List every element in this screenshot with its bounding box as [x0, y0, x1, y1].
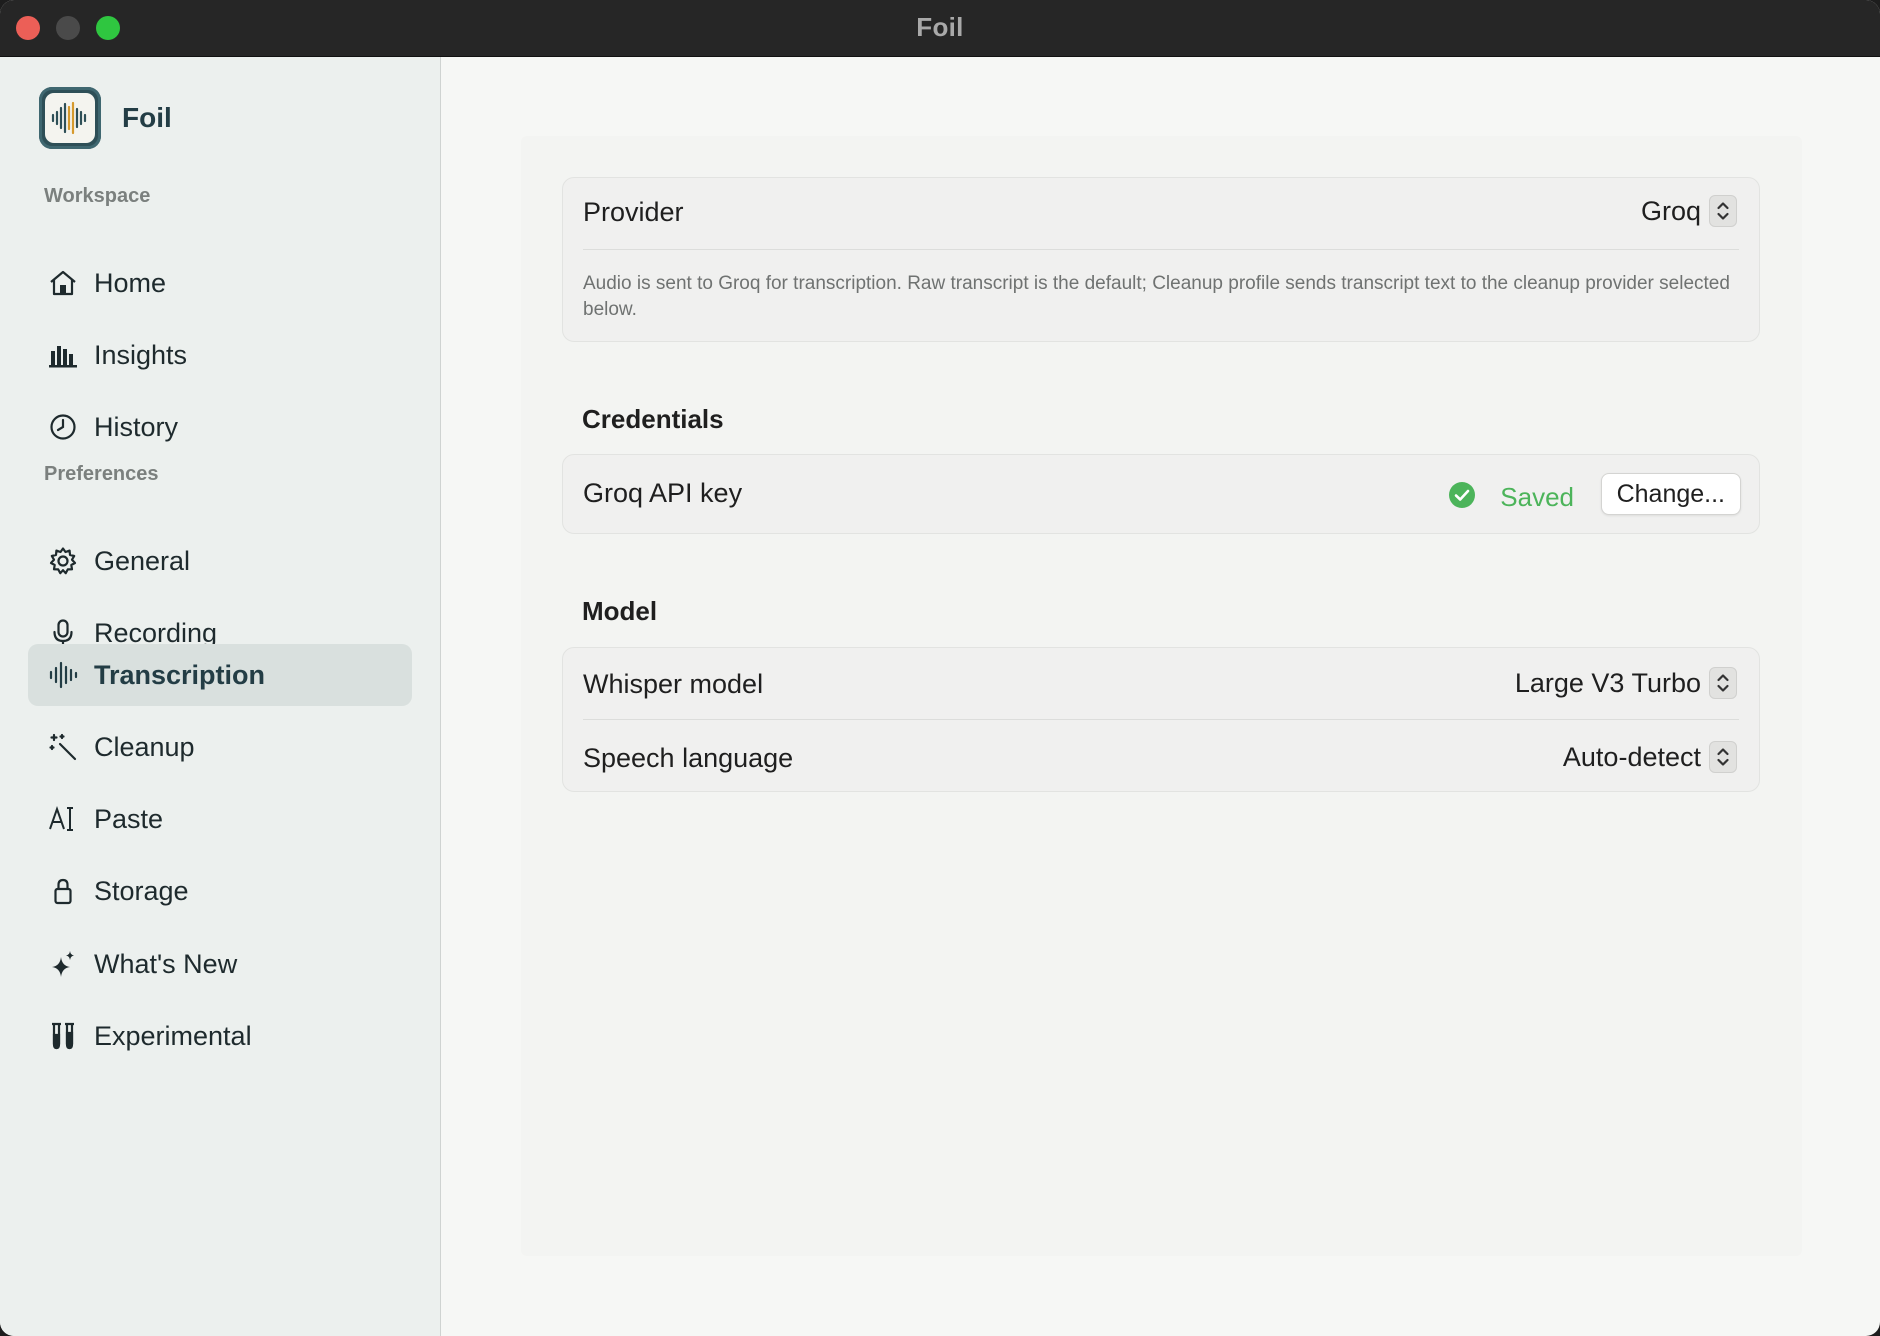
- credentials-heading: Credentials: [582, 404, 724, 434]
- api-key-label: Groq API key: [583, 478, 743, 508]
- text-cursor-icon: [46, 802, 80, 836]
- sparkles-icon: [46, 947, 80, 981]
- whisper-model-value: Large V3 Turbo: [1514, 667, 1701, 698]
- speech-language-label: Speech language: [583, 743, 794, 773]
- sidebar-item-cleanup[interactable]: Cleanup: [28, 716, 412, 778]
- app-name: Foil: [122, 102, 172, 133]
- clock-icon: [46, 410, 80, 444]
- sidebar-item-label: What's New: [94, 948, 238, 979]
- divider: [583, 249, 1739, 250]
- waveform-icon: [46, 658, 80, 692]
- model-heading: Model: [582, 596, 658, 626]
- checkmark-circle-icon: [1448, 481, 1476, 514]
- section-label-preferences: Preferences: [44, 463, 159, 485]
- app-window: Foil Foil Workspace Home Insights Histor…: [0, 0, 1880, 1336]
- app-logo-icon: [39, 87, 101, 149]
- sidebar-item-experimental[interactable]: Experimental: [28, 1005, 412, 1067]
- whisper-model-label: Whisper model: [583, 669, 764, 699]
- provider-select[interactable]: Groq: [1641, 195, 1737, 227]
- speech-language-value: Auto-detect: [1562, 741, 1701, 772]
- model-card: Whisper model Large V3 Turbo Speech lang…: [562, 647, 1760, 792]
- magic-wand-icon: [46, 730, 80, 764]
- sidebar-item-label: Experimental: [94, 1020, 252, 1051]
- change-api-key-button[interactable]: Change...: [1600, 473, 1741, 515]
- provider-card: Provider Groq Audio is sent to Groq for …: [562, 177, 1760, 342]
- api-key-status: Saved: [1448, 481, 1574, 514]
- house-icon: [46, 266, 80, 300]
- sidebar-item-label: Insights: [94, 339, 188, 370]
- status-text: Saved: [1500, 482, 1574, 512]
- provider-description: Audio is sent to Groq for transcription.…: [583, 273, 1730, 320]
- chevron-up-down-icon: [1709, 667, 1737, 699]
- provider-label: Provider: [583, 197, 684, 227]
- chevron-up-down-icon: [1709, 741, 1737, 773]
- sidebar-item-transcription[interactable]: Transcription: [28, 644, 412, 706]
- credentials-card: Groq API key Saved Change...: [562, 454, 1760, 534]
- bar-chart-icon: [46, 338, 80, 372]
- sidebar-item-label: Home: [94, 267, 167, 298]
- window-title: Foil: [916, 12, 964, 42]
- sidebar-item-general[interactable]: General: [28, 530, 412, 592]
- sidebar-item-paste[interactable]: Paste: [28, 788, 412, 850]
- sidebar-item-insights[interactable]: Insights: [28, 324, 412, 386]
- section-label-workspace: Workspace: [44, 185, 151, 207]
- sidebar-item-home[interactable]: Home: [28, 252, 412, 314]
- title-bar: Foil: [0, 0, 1880, 57]
- test-tubes-icon: [46, 1019, 80, 1053]
- speech-language-select[interactable]: Auto-detect: [1563, 741, 1737, 773]
- chevron-up-down-icon: [1709, 195, 1737, 227]
- sidebar-item-label: Cleanup: [94, 731, 195, 762]
- lock-icon: [46, 874, 80, 908]
- gear-icon: [46, 544, 80, 578]
- divider: [583, 719, 1739, 720]
- whisper-model-select[interactable]: Large V3 Turbo: [1515, 667, 1737, 699]
- provider-select-value: Groq: [1640, 195, 1701, 226]
- sidebar-item-label: Paste: [94, 803, 164, 834]
- sidebar-item-label: General: [94, 545, 191, 576]
- sidebar-item-label: Storage: [94, 875, 189, 906]
- sidebar-item-history[interactable]: History: [28, 396, 412, 458]
- sidebar: Foil Workspace Home Insights History Pre…: [0, 57, 441, 1336]
- sidebar-item-whats-new[interactable]: What's New: [28, 933, 412, 995]
- sidebar-item-storage[interactable]: Storage: [28, 860, 412, 922]
- sidebar-item-label: History: [94, 411, 179, 442]
- sidebar-item-label: Transcription: [94, 659, 266, 690]
- app-brand: Foil: [39, 87, 172, 149]
